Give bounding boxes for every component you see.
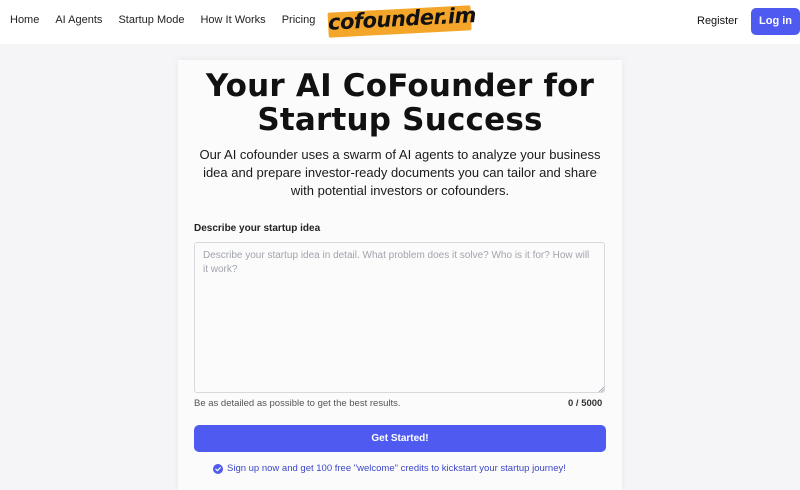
page-title: Your AI CoFounder for Startup Success bbox=[0, 69, 800, 137]
nav-link-ai-agents[interactable]: AI Agents bbox=[55, 14, 102, 26]
nav-link-home[interactable]: Home bbox=[10, 14, 39, 26]
nav-links: Home AI Agents Startup Mode How It Works… bbox=[10, 14, 331, 26]
character-count: 0 / 5000 bbox=[568, 398, 603, 409]
login-button[interactable]: Log in bbox=[751, 8, 800, 35]
nav-link-startup-mode[interactable]: Startup Mode bbox=[118, 14, 184, 26]
logo[interactable]: cofounder.im bbox=[327, 2, 477, 38]
helper-text: Be as detailed as possible to get the be… bbox=[194, 398, 401, 409]
promo-text: Sign up now and get 100 free "welcome" c… bbox=[227, 463, 566, 474]
idea-field-label: Describe your startup idea bbox=[194, 223, 321, 234]
top-navbar: Home AI Agents Startup Mode How It Works… bbox=[0, 0, 800, 44]
startup-idea-textarea[interactable] bbox=[194, 242, 605, 393]
page-title-line-2: Startup Success bbox=[257, 102, 543, 138]
get-started-button[interactable]: Get Started! bbox=[194, 425, 606, 452]
resize-handle-icon[interactable] bbox=[598, 386, 604, 392]
nav-link-how-it-works[interactable]: How It Works bbox=[200, 14, 265, 26]
page-title-line-1: Your AI CoFounder for bbox=[205, 68, 595, 104]
check-circle-icon bbox=[213, 464, 223, 474]
page-subtitle: Our AI cofounder uses a swarm of AI agen… bbox=[199, 147, 601, 198]
nav-link-pricing[interactable]: Pricing bbox=[282, 14, 316, 26]
register-link[interactable]: Register bbox=[697, 15, 738, 27]
